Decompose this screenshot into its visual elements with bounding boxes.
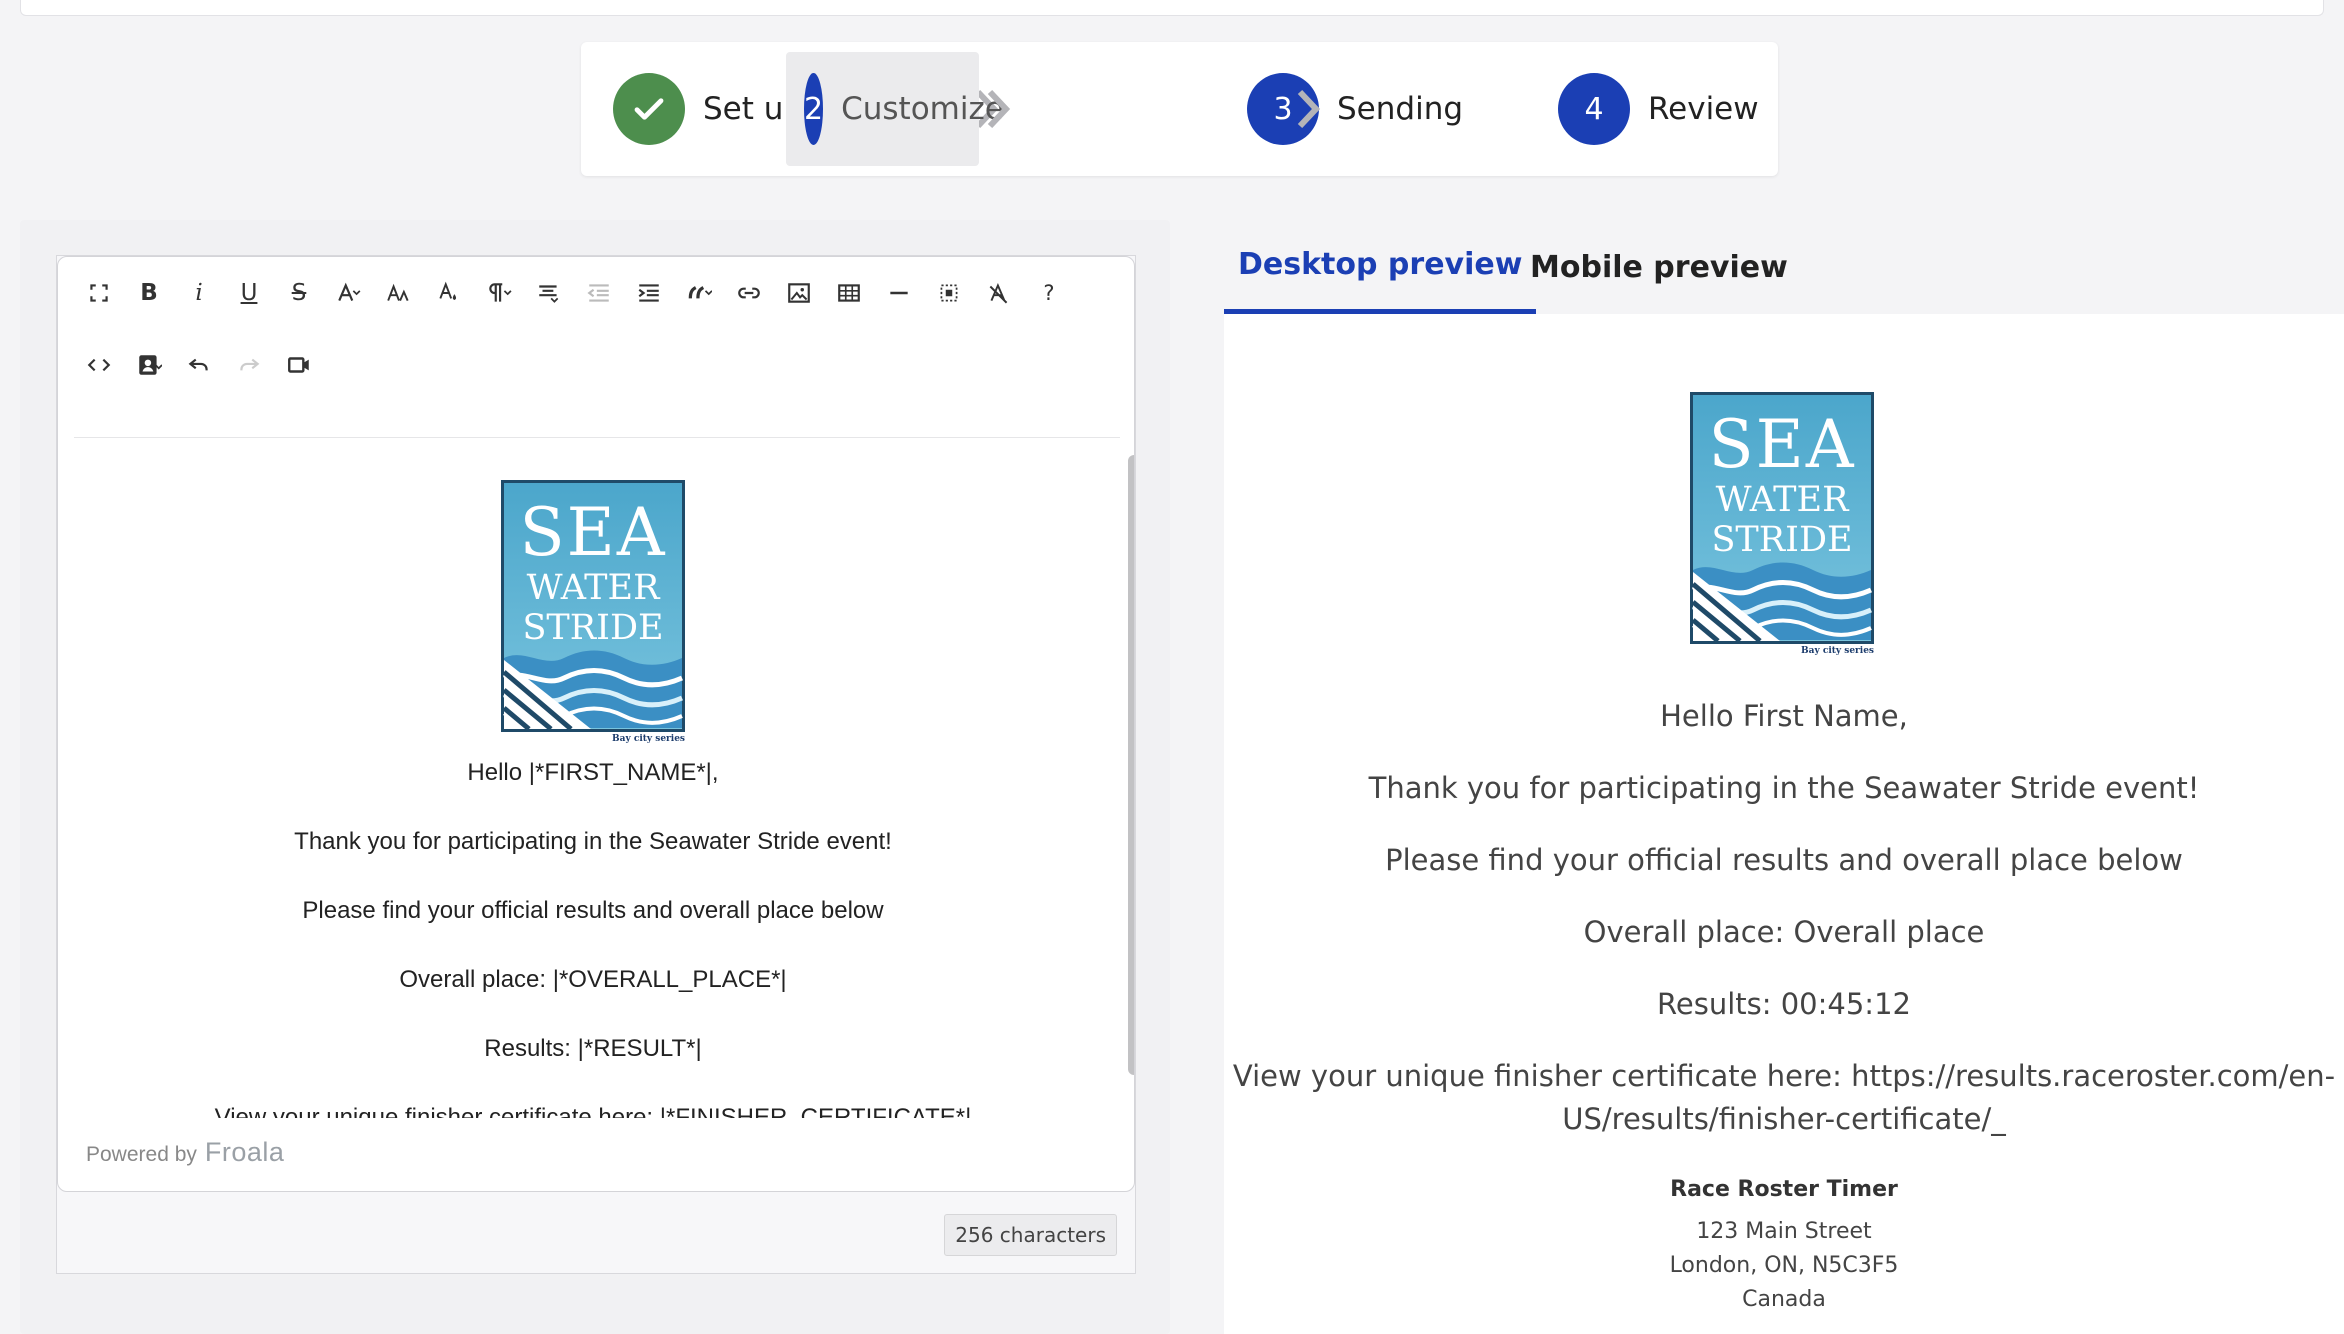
powered-by: Powered by Froala — [86, 1137, 284, 1168]
results-line: Results: |*RESULT*| — [484, 1035, 702, 1062]
paragraph-format-icon[interactable] — [474, 268, 524, 318]
step-number: 2 — [804, 73, 824, 145]
table-icon[interactable] — [824, 268, 874, 318]
step-customize[interactable]: 2 Customize — [786, 52, 1004, 166]
quote-icon[interactable] — [674, 268, 724, 318]
font-size-icon[interactable] — [374, 268, 424, 318]
editor-toolbar-row-1: B i U S ? — [74, 268, 1074, 318]
code-view-icon[interactable] — [74, 340, 124, 390]
preview-greeting: Hello First Name, — [1660, 699, 1908, 733]
chevron-right-icon — [1297, 89, 1321, 129]
preview-results: Results: 00:45:12 — [1657, 987, 1911, 1021]
italic-icon[interactable]: i — [174, 268, 224, 318]
greeting-line: Hello |*FIRST_NAME*|, — [467, 759, 719, 786]
step-setup[interactable]: Set up — [613, 52, 803, 166]
editor-content[interactable]: SEA WATER STRIDE Bay city series Hello |… — [74, 438, 1112, 1118]
powered-by-label: Powered by — [86, 1143, 197, 1166]
preview-results-intro: Please find your official results and ov… — [1385, 843, 2183, 877]
preview-overall-place: Overall place: Overall place — [1583, 915, 1985, 949]
progress-stepper: Set up 2 Customize 3 Sending 4 Review — [581, 42, 1778, 176]
clear-formatting-icon[interactable] — [974, 268, 1024, 318]
step-label: Review — [1648, 91, 1759, 127]
preview-certificate-line-1: View your unique finisher certificate he… — [1232, 1059, 2336, 1093]
merge-tag-icon[interactable] — [124, 340, 174, 390]
horizontal-line-icon[interactable] — [874, 268, 924, 318]
select-all-icon[interactable] — [924, 268, 974, 318]
logo-subtitle: Bay city series — [612, 734, 685, 744]
strikethrough-icon[interactable]: S — [274, 268, 324, 318]
editor-scrollbar[interactable] — [1128, 455, 1134, 1075]
step-number: 4 — [1558, 73, 1630, 145]
font-family-icon[interactable] — [324, 268, 374, 318]
editor-toolbar-row-2 — [74, 340, 324, 390]
rich-text-editor: B i U S ? SEA WATER STRIDE Bay city seri… — [57, 256, 1135, 1192]
seawater-stride-logo: SEA WATER STRIDE Bay city series — [1690, 392, 1874, 656]
top-bar — [20, 0, 2324, 16]
certificate-line: View your unique finisher certificate he… — [214, 1104, 972, 1118]
undo-icon[interactable] — [174, 340, 224, 390]
link-icon[interactable] — [724, 268, 774, 318]
outdent-icon[interactable] — [574, 268, 624, 318]
signature-name: Race Roster Timer — [1670, 1177, 1898, 1202]
froala-logo[interactable]: Froala — [205, 1137, 285, 1168]
redo-icon[interactable] — [224, 340, 274, 390]
tab-mobile-preview[interactable]: Mobile preview — [1530, 220, 1788, 314]
signature-street: 123 Main Street — [1696, 1219, 1872, 1244]
overall-place-line: Overall place: |*OVERALL_PLACE*| — [399, 966, 787, 993]
seawater-stride-logo: SEA WATER STRIDE Bay city series — [501, 480, 685, 744]
signature-city: London, ON, N5C3F5 — [1669, 1253, 1899, 1278]
preview-panel: Desktop preview Mobile preview SEA WATER… — [1224, 220, 2344, 1334]
chevron-right-icon — [987, 89, 1011, 129]
character-count-badge: 256 characters — [944, 1214, 1117, 1256]
preview-certificate-line-2: US/results/finisher-certificate/_ — [1562, 1102, 2006, 1136]
fullscreen-icon[interactable] — [74, 268, 124, 318]
align-icon[interactable] — [524, 268, 574, 318]
logo-text-stride: STRIDE — [1711, 520, 1853, 560]
email-preview: SEA WATER STRIDE Bay city series Hello F… — [1224, 314, 2344, 1334]
thanks-line: Thank you for participating in the Seawa… — [294, 828, 892, 855]
logo-subtitle: Bay city series — [1801, 646, 1874, 656]
logo-text-water: WATER — [526, 568, 660, 608]
preview-thanks: Thank you for participating in the Seawa… — [1368, 771, 2200, 805]
results-intro-line: Please find your official results and ov… — [302, 897, 884, 924]
help-icon[interactable]: ? — [1024, 268, 1074, 318]
step-label: Sending — [1337, 91, 1464, 127]
editor-wrapper: B i U S ? SEA WATER STRIDE Bay city seri… — [56, 255, 1136, 1274]
logo-text-sea: SEA — [1708, 406, 1856, 483]
tab-desktop-preview[interactable]: Desktop preview — [1224, 220, 1537, 314]
signature-country: Canada — [1742, 1287, 1826, 1312]
image-icon[interactable] — [774, 268, 824, 318]
text-color-icon[interactable] — [424, 268, 474, 318]
logo-text-stride: STRIDE — [522, 608, 664, 648]
video-icon[interactable] — [274, 340, 324, 390]
preview-tabs: Desktop preview Mobile preview — [1224, 220, 2344, 314]
editor-panel: B i U S ? SEA WATER STRIDE Bay city seri… — [20, 220, 1170, 1334]
logo-text-water: WATER — [1715, 480, 1849, 520]
step-review[interactable]: 4 Review — [1558, 52, 1759, 166]
step-sending[interactable]: 3 Sending — [1247, 52, 1463, 166]
underline-icon[interactable]: U — [224, 268, 274, 318]
indent-icon[interactable] — [624, 268, 674, 318]
bold-icon[interactable]: B — [124, 268, 174, 318]
logo-text-sea: SEA — [519, 494, 667, 571]
check-icon — [613, 73, 685, 145]
